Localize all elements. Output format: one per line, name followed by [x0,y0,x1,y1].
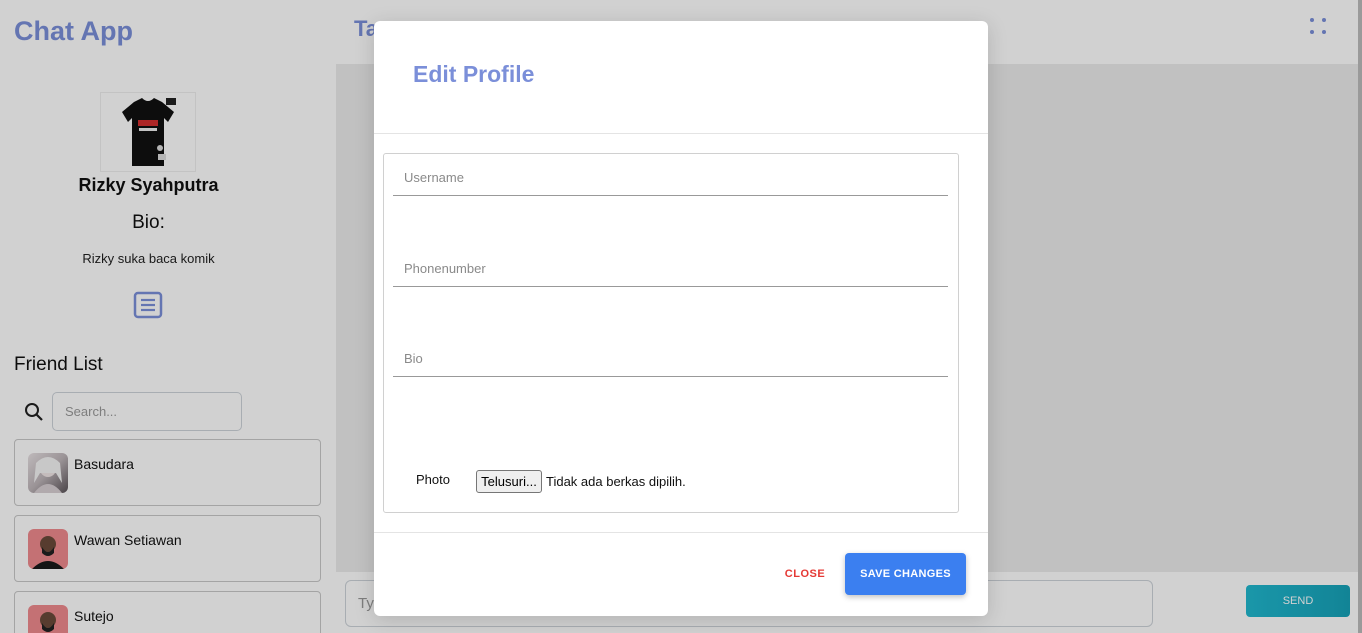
save-changes-button[interactable]: SAVE CHANGES [845,553,966,595]
phone-field [393,251,948,287]
close-button[interactable]: CLOSE [775,563,835,585]
file-status: Tidak ada berkas dipilih. [546,474,686,489]
username-input[interactable] [393,160,948,195]
username-field [393,160,948,196]
edit-profile-modal: Edit Profile Photo Telusuri... Tidak ada… [374,21,988,616]
bio-field [393,341,948,377]
bio-input[interactable] [393,341,948,376]
scrollbar[interactable] [1358,0,1362,633]
phonenumber-input[interactable] [393,251,948,286]
modal-header: Edit Profile [374,21,988,134]
modal-footer: CLOSE SAVE CHANGES [374,532,988,616]
photo-label: Photo [416,472,450,487]
browse-file-button[interactable]: Telusuri... [476,470,542,493]
edit-profile-form: Photo Telusuri... Tidak ada berkas dipil… [383,153,959,513]
modal-title: Edit Profile [413,61,535,87]
